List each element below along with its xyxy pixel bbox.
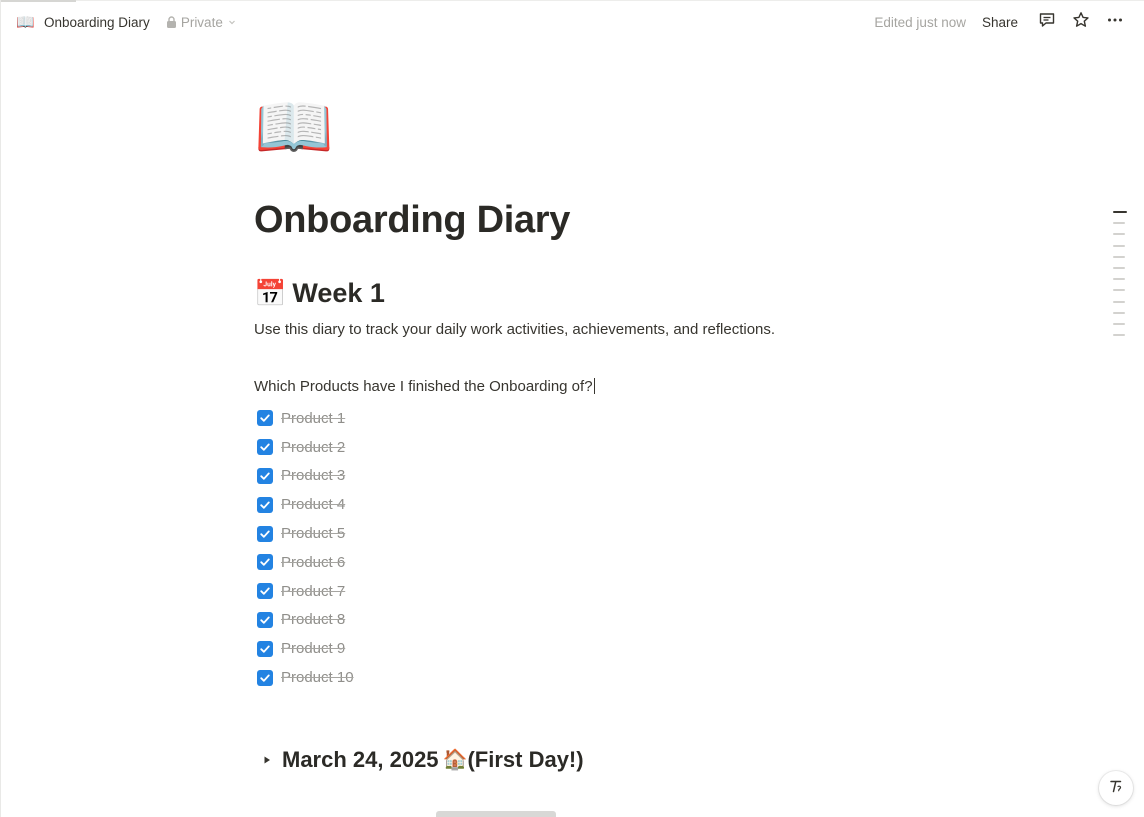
window-left-border xyxy=(0,0,1,817)
todo-label: Product 5 xyxy=(281,525,346,543)
checkbox-checked[interactable] xyxy=(257,669,273,686)
question-paragraph[interactable]: Which Products have I finished the Onboa… xyxy=(254,375,1014,399)
checkbox-checked[interactable] xyxy=(257,640,273,657)
outline-marker[interactable] xyxy=(1113,266,1125,269)
todo-label: Product 2 xyxy=(281,438,346,456)
outline-marker[interactable] xyxy=(1113,289,1125,292)
check-icon xyxy=(260,674,270,682)
check-icon xyxy=(260,587,270,595)
outline-marker[interactable] xyxy=(1113,244,1125,247)
intro-paragraph[interactable]: Use this diary to track your daily work … xyxy=(254,318,1014,342)
share-button[interactable]: Share xyxy=(976,11,1024,34)
breadcrumb-page-title[interactable]: Onboarding Diary xyxy=(40,12,154,33)
check-icon xyxy=(260,645,270,653)
more-button[interactable] xyxy=(1100,7,1130,37)
todo-list: Product 1 Product 2 Product 3 Product 4 … xyxy=(254,404,1014,692)
check-icon xyxy=(260,558,270,567)
todo-item[interactable]: Product 7 xyxy=(254,577,1014,606)
next-block-peek xyxy=(436,811,596,817)
outline-marker[interactable] xyxy=(1113,278,1125,281)
todo-item[interactable]: Product 5 xyxy=(254,519,1014,548)
comment-button[interactable] xyxy=(1032,7,1062,37)
todo-label: Product 4 xyxy=(281,496,346,514)
check-icon xyxy=(260,501,270,509)
help-icon xyxy=(1107,777,1125,800)
outline-marker[interactable] xyxy=(1113,255,1125,258)
checkbox-checked[interactable] xyxy=(257,611,273,628)
todo-label: Product 1 xyxy=(281,409,346,427)
checkbox-checked[interactable] xyxy=(257,583,273,600)
page-title[interactable]: Onboarding Diary xyxy=(254,196,1014,244)
house-icon: 🏠 xyxy=(442,748,468,771)
check-icon xyxy=(260,472,270,480)
check-icon xyxy=(260,616,270,624)
more-icon xyxy=(1106,11,1124,34)
lock-icon xyxy=(166,16,177,28)
checkbox-checked[interactable] xyxy=(257,410,273,427)
check-icon xyxy=(260,530,270,538)
todo-label: Product 9 xyxy=(281,640,346,658)
checkbox-checked[interactable] xyxy=(257,439,273,456)
favorite-button[interactable] xyxy=(1066,7,1096,37)
star-icon xyxy=(1072,11,1090,34)
todo-item[interactable]: Product 8 xyxy=(254,606,1014,635)
outline-marker[interactable] xyxy=(1113,311,1125,314)
page-icon[interactable]: 📖 xyxy=(254,88,334,166)
outline-marker[interactable] xyxy=(1113,322,1125,325)
help-button[interactable] xyxy=(1099,771,1133,805)
todo-item[interactable]: Product 1 xyxy=(254,404,1014,433)
toggle-heading-march-24[interactable]: March 24, 2025 🏠 (First Day!) xyxy=(254,744,1014,776)
outline-marker[interactable] xyxy=(1113,300,1125,303)
todo-item[interactable]: Product 3 xyxy=(254,462,1014,491)
page-icon-small[interactable]: 📖 xyxy=(16,13,35,31)
todo-item[interactable]: Product 6 xyxy=(254,548,1014,577)
check-icon xyxy=(260,414,270,423)
toggle-date: March 24, 2025 xyxy=(282,746,439,772)
privacy-label: Private xyxy=(180,14,223,30)
comment-icon xyxy=(1038,11,1056,34)
todo-item[interactable]: Product 2 xyxy=(254,433,1014,462)
chevron-down-icon xyxy=(227,17,237,27)
checkbox-checked[interactable] xyxy=(257,525,273,542)
calendar-icon: 📅 xyxy=(254,278,287,308)
checkbox-checked[interactable] xyxy=(257,496,273,513)
todo-item[interactable]: Product 9 xyxy=(254,634,1014,663)
question-text: Which Products have I finished the Onboa… xyxy=(254,378,593,395)
todo-label: Product 10 xyxy=(281,669,354,687)
outline-marker[interactable] xyxy=(1113,334,1125,337)
todo-item[interactable]: Product 4 xyxy=(254,490,1014,519)
outline-marker[interactable] xyxy=(1113,233,1125,236)
checkbox-checked[interactable] xyxy=(257,467,273,484)
check-icon xyxy=(260,443,270,451)
privacy-selector[interactable]: Private xyxy=(166,15,237,30)
top-bar: 📖 Onboarding Diary Private Edited just n… xyxy=(0,0,1144,44)
top-bar-actions: Edited just now Share xyxy=(874,7,1130,37)
breadcrumb: 📖 Onboarding Diary Private xyxy=(16,12,237,33)
outline-marker-active[interactable] xyxy=(1113,211,1127,213)
toggle-note: (First Day!) xyxy=(467,746,584,772)
todo-item[interactable]: Product 10 xyxy=(254,663,1014,692)
outline-marker[interactable] xyxy=(1113,222,1125,225)
checkbox-checked[interactable] xyxy=(257,554,273,571)
table-of-contents-rail[interactable] xyxy=(1113,211,1127,345)
toggle-arrow-icon[interactable] xyxy=(256,749,278,771)
heading-text: Week 1 xyxy=(292,278,385,308)
page-content: 📖 Onboarding Diary 📅 Week 1 Use this dia… xyxy=(254,88,1014,776)
heading-week-1[interactable]: 📅 Week 1 xyxy=(254,274,1014,312)
edited-status: Edited just now xyxy=(874,14,966,30)
todo-label: Product 3 xyxy=(281,467,346,485)
todo-label: Product 7 xyxy=(281,582,346,600)
text-cursor xyxy=(593,378,595,394)
todo-label: Product 8 xyxy=(281,611,346,629)
todo-label: Product 6 xyxy=(281,553,346,571)
